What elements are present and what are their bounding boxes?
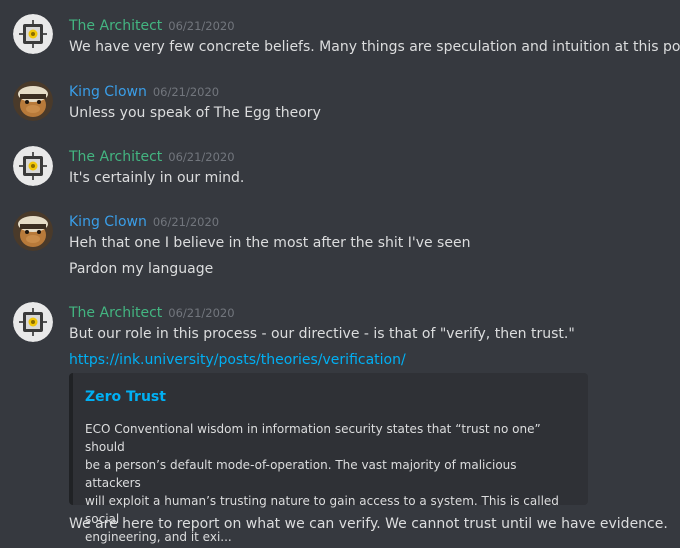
embed-description-line: ECO Conventional wisdom in information s… — [85, 422, 541, 454]
embed-description-line: be a person’s default mode-of-operation.… — [85, 458, 517, 490]
message-header: King Clown 06/21/2020 — [69, 212, 219, 231]
robot-bot-icon[interactable] — [13, 14, 53, 54]
author-name[interactable]: King Clown — [69, 84, 147, 100]
message-header: The Architect 06/21/2020 — [69, 16, 235, 35]
message-header: The Architect 06/21/2020 — [69, 303, 235, 322]
author-name[interactable]: The Architect — [69, 149, 162, 165]
timestamp: 06/21/2020 — [168, 19, 235, 33]
verification-link[interactable]: https://ink.university/posts/theories/ve… — [69, 352, 406, 368]
message-text: Unless you speak of The Egg theory — [69, 105, 321, 121]
message-text: We are here to report on what we can ver… — [69, 516, 668, 532]
clown-avatar-icon[interactable] — [13, 81, 53, 121]
timestamp: 06/21/2020 — [152, 85, 220, 99]
timestamp: 06/21/2020 — [152, 215, 220, 229]
message-header: King Clown 06/21/2020 — [69, 82, 219, 101]
message-text: We have very few concrete beliefs. Many … — [69, 39, 680, 55]
author-name[interactable]: The Architect — [69, 18, 162, 34]
message-link-line: https://ink.university/posts/theories/ve… — [69, 350, 406, 370]
embed-title[interactable]: Zero Trust — [85, 389, 166, 405]
timestamp: 06/21/2020 — [168, 306, 235, 320]
message-text: But our role in this process - our direc… — [69, 326, 575, 342]
robot-bot-icon[interactable] — [13, 302, 53, 342]
message-text: Pardon my language — [69, 261, 214, 277]
message-header: The Architect 06/21/2020 — [69, 147, 235, 166]
robot-bot-icon[interactable] — [13, 146, 53, 186]
author-name[interactable]: King Clown — [69, 214, 147, 230]
message-text: It's certainly in our mind. — [69, 170, 245, 186]
link-embed: Zero Trust ECO Conventional wisdom in in… — [69, 373, 588, 544]
author-name[interactable]: The Architect — [69, 305, 162, 321]
message-text: Heh that one I believe in the most after… — [69, 235, 471, 251]
timestamp: 06/21/2020 — [168, 150, 235, 164]
clown-avatar-icon[interactable] — [13, 211, 53, 251]
